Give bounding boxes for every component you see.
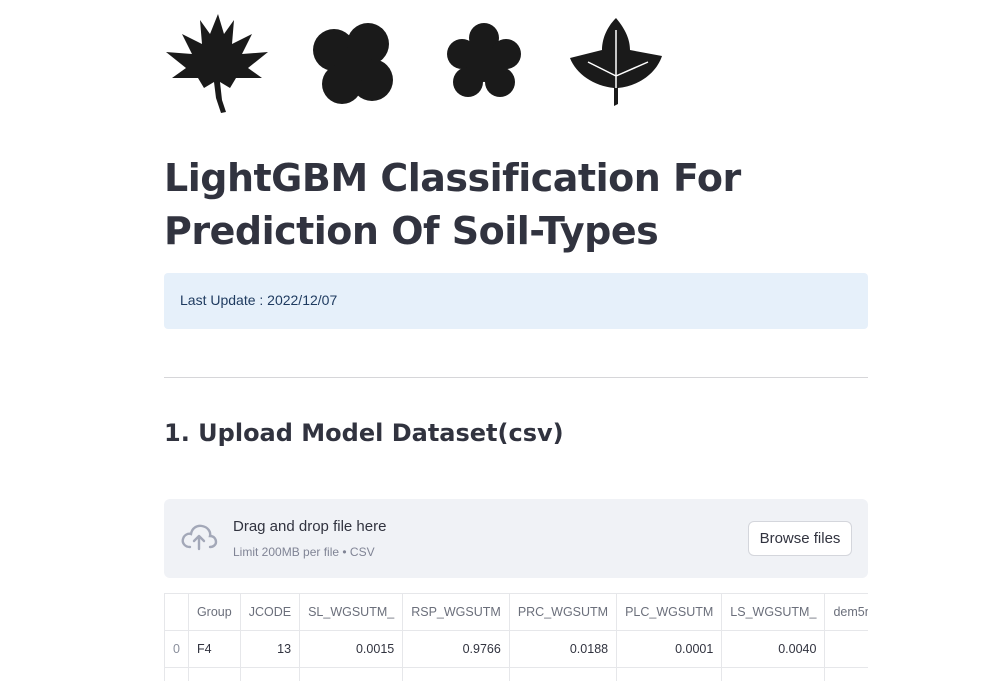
- data-table[interactable]: Group JCODE SL_WGSUTM_ RSP_WGSUTM PRC_WGSUTM…: [164, 593, 868, 681]
- divider: [164, 377, 868, 378]
- table-cell[interactable]: 0.0025: [721, 667, 826, 681]
- cloud-upload-icon: [181, 524, 218, 551]
- row-index[interactable]: 0: [164, 630, 189, 668]
- file-uploader[interactable]: Drag and drop file here Limit 200MB per …: [164, 499, 868, 578]
- table-cell[interactable]: F4: [187, 630, 241, 668]
- column-header[interactable]: JCODE: [239, 593, 301, 631]
- table-cell[interactable]: 0.0018: [616, 667, 723, 681]
- column-header[interactable]: Group: [187, 593, 241, 631]
- table-cell[interactable]: 0.0188: [508, 630, 618, 668]
- column-header[interactable]: SL_WGSUTM_: [299, 593, 404, 631]
- table-cell[interactable]: 19: [824, 630, 868, 668]
- table-cell[interactable]: 0.0086: [508, 667, 618, 681]
- page-title: LightGBM Classification For Prediction O…: [164, 156, 741, 253]
- table-header-row: Group JCODE SL_WGSUTM_ RSP_WGSUTM PRC_WGSUTM…: [164, 593, 868, 631]
- clover-leaf-icon: [313, 23, 393, 104]
- table-cell[interactable]: 0.0040: [721, 630, 826, 668]
- flower-leaf-icon: [447, 23, 521, 97]
- table-cell[interactable]: 0.9622: [402, 667, 510, 681]
- column-header[interactable]: PRC_WGSUTM: [508, 593, 618, 631]
- table-cell[interactable]: 0.9766: [402, 630, 510, 668]
- leaf-banner: [164, 10, 668, 120]
- maple-leaf-icon: [166, 14, 268, 113]
- table-cell[interactable]: 13: [239, 667, 301, 681]
- table-cell[interactable]: 0.0012: [299, 667, 404, 681]
- index-header[interactable]: [164, 593, 189, 631]
- info-banner: Last Update : 2022/12/07: [164, 273, 868, 329]
- table-cell[interactable]: F3: [187, 667, 241, 681]
- browse-files-button[interactable]: Browse files: [748, 521, 852, 556]
- column-header[interactable]: PLC_WGSUTM: [616, 593, 723, 631]
- table-cell[interactable]: 16: [824, 667, 868, 681]
- column-header[interactable]: LS_WGSUTM_: [721, 593, 826, 631]
- column-header[interactable]: RSP_WGSUTM: [402, 593, 510, 631]
- ivy-leaf-icon: [570, 18, 662, 106]
- section-heading: 1. Upload Model Dataset(csv): [164, 419, 564, 447]
- row-index[interactable]: 1: [164, 667, 189, 681]
- column-header[interactable]: dem5m_: [824, 593, 868, 631]
- last-update-text: Last Update : 2022/12/07: [180, 292, 338, 308]
- table-row: 0F4130.00150.97660.01880.00010.004019: [164, 630, 868, 668]
- file-limit-text: Limit 200MB per file • CSV: [233, 545, 375, 559]
- table-cell[interactable]: 0.0015: [299, 630, 404, 668]
- table-row: 1F3130.00120.96220.00860.00180.002516: [164, 667, 868, 681]
- drop-instruction: Drag and drop file here: [233, 518, 387, 535]
- table-cell[interactable]: 13: [239, 630, 301, 668]
- table-cell[interactable]: 0.0001: [616, 630, 723, 668]
